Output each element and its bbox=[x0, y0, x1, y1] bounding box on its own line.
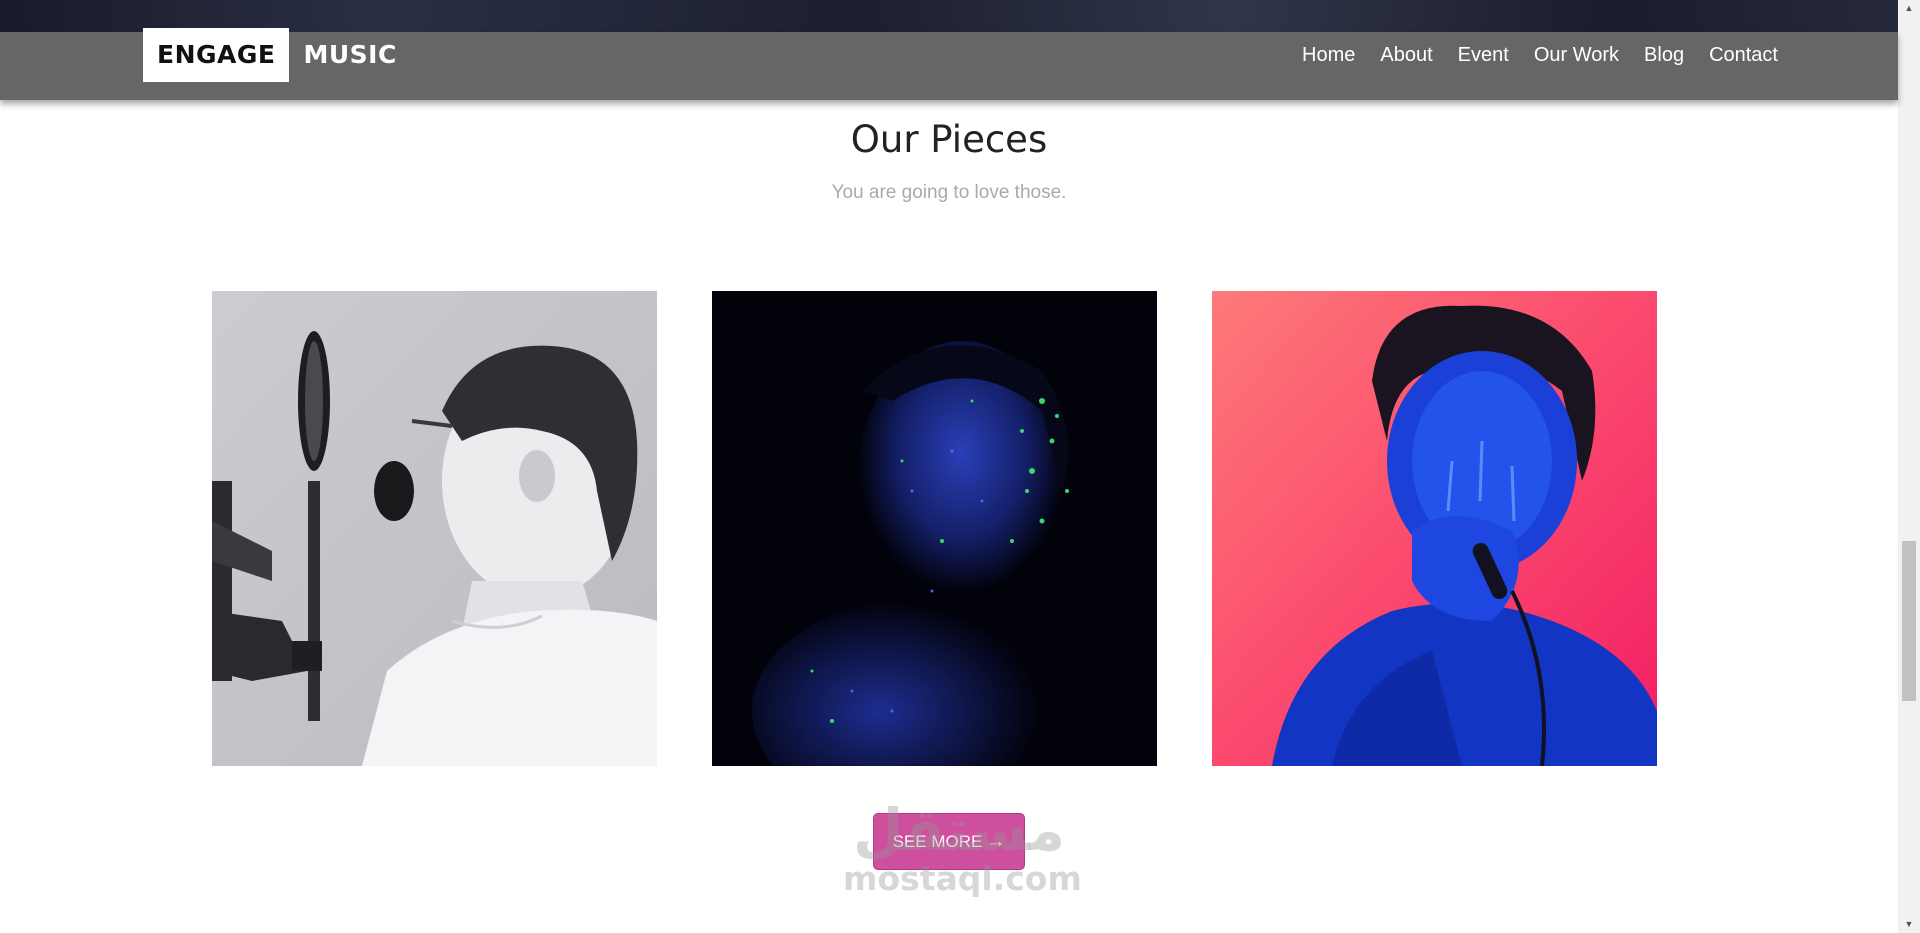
vertical-scrollbar[interactable]: ▲ ▼ bbox=[1898, 0, 1920, 933]
gallery-item-2[interactable] bbox=[712, 291, 1157, 766]
nav-item-contact[interactable]: Contact bbox=[1709, 44, 1778, 67]
scrollbar-thumb[interactable] bbox=[1902, 541, 1916, 701]
gallery-item-3[interactable] bbox=[1212, 291, 1657, 766]
page: ENGAGE MUSIC Home About Event Our Work B… bbox=[0, 0, 1920, 933]
boy-singing-into-microphone-image bbox=[212, 291, 657, 766]
section-title: Our Pieces bbox=[850, 118, 1048, 161]
brand-logo[interactable]: ENGAGE MUSIC bbox=[143, 28, 397, 82]
section-subtitle: You are going to love those. bbox=[831, 182, 1067, 203]
woman-with-glitter-face-image bbox=[712, 291, 1157, 766]
nav-item-event[interactable]: Event bbox=[1458, 44, 1509, 67]
nav-item-our-work[interactable]: Our Work bbox=[1534, 44, 1619, 67]
see-more-label: SEE MORE bbox=[892, 831, 983, 851]
arrow-right-icon: → bbox=[986, 830, 1006, 852]
scroll-down-arrow-icon[interactable]: ▼ bbox=[1898, 916, 1920, 933]
brand-logo-boxed-text: ENGAGE bbox=[143, 28, 290, 82]
see-more-button[interactable]: SEE MORE → bbox=[873, 813, 1025, 870]
scroll-up-arrow-icon[interactable]: ▲ bbox=[1898, 0, 1920, 17]
nav-menu: Home About Event Our Work Blog Contact bbox=[1277, 32, 1778, 78]
nav-item-blog[interactable]: Blog bbox=[1644, 44, 1684, 67]
brand-logo-text: MUSIC bbox=[303, 40, 397, 69]
nav-item-home[interactable]: Home bbox=[1302, 44, 1355, 67]
man-singing-blue-paint-image bbox=[1212, 291, 1657, 766]
nav-item-about[interactable]: About bbox=[1380, 44, 1432, 67]
gallery-item-1[interactable] bbox=[212, 291, 657, 766]
pieces-gallery bbox=[212, 291, 1657, 766]
